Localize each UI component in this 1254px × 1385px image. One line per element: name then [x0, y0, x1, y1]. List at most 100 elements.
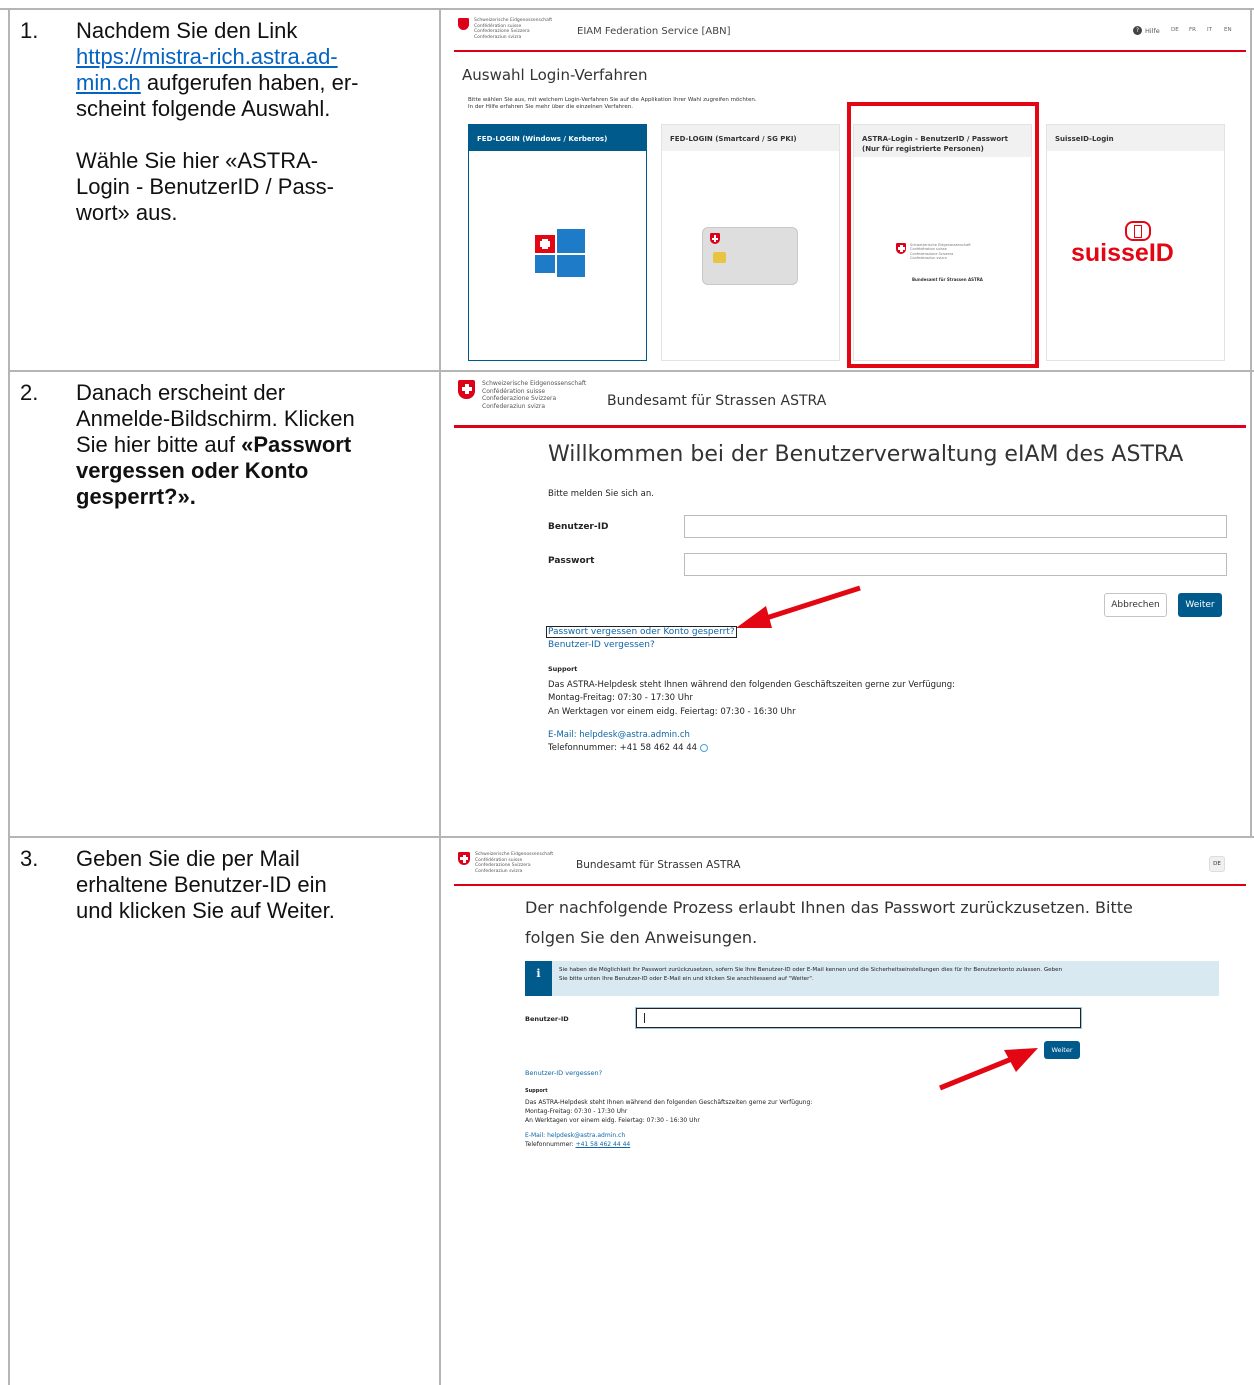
selection-highlight-box	[847, 102, 1039, 368]
step-number: 1.	[20, 18, 39, 43]
login-card-windows[interactable]: FED-LOGIN (Windows / Kerberos)	[468, 124, 647, 361]
step-text-line: erhaltene Benutzer-ID ein	[76, 872, 327, 897]
phone-link[interactable]: +41 58 462 44 44	[576, 1141, 631, 1148]
table-row-divider-1	[8, 370, 1254, 372]
step-text-line: scheint folgende Auswahl.	[76, 96, 331, 121]
windows-logo-icon	[535, 229, 585, 277]
user-id-label: Benutzer-ID	[525, 1015, 569, 1023]
step-text-line: Geben Sie die per Mail	[76, 846, 300, 871]
info-icon: i	[525, 961, 552, 996]
text-cursor	[644, 1013, 645, 1023]
step-text-bold: gesperrt?».	[76, 484, 196, 509]
step-text-line: und klicken Sie auf Weiter.	[76, 898, 335, 923]
office-title: Bundesamt für Strassen ASTRA	[576, 859, 741, 871]
phone-icon	[700, 744, 708, 752]
help-link[interactable]: ? Hilfe	[1133, 26, 1160, 35]
header-red-rule	[454, 50, 1246, 52]
help-icon: ?	[1133, 26, 1142, 35]
support-text: An Werktagen vor einem eidg. Feiertag: 0…	[525, 1117, 700, 1124]
card-title: SuisseID-Login	[1047, 125, 1224, 151]
lang-fr[interactable]: FR	[1189, 27, 1196, 33]
table-border-top	[0, 8, 1254, 10]
login-prompt: Bitte melden Sie sich an.	[548, 489, 654, 499]
swiss-logo: Schweizerische Eidgenossenschaft Confédér…	[458, 852, 553, 875]
step-instructions: Danach erscheint der Anmelde-Bildschirm.…	[76, 380, 426, 510]
cancel-button[interactable]: Abbrechen	[1104, 593, 1167, 617]
forgot-user-id-link[interactable]: Benutzer-ID vergessen?	[525, 1069, 602, 1077]
page-heading: Willkommen bei der Benutzerverwaltung eI…	[548, 442, 1184, 467]
step-text-line: Anmelde-Bildschirm. Klicken	[76, 406, 355, 431]
password-input[interactable]	[684, 553, 1227, 576]
header-red-rule	[454, 425, 1246, 428]
step-text-line: wort» aus.	[76, 200, 178, 225]
lang-de-button[interactable]: DE	[1209, 856, 1225, 872]
support-text: Montag-Freitag: 07:30 - 17:30 Uhr	[525, 1108, 628, 1115]
swiss-flag-icon: .f1::before{left:4px;top:2px;width:3px;h…	[458, 18, 469, 30]
lang-de[interactable]: DE	[1171, 27, 1179, 33]
card-title: FED-LOGIN (Windows / Kerberos)	[469, 125, 646, 151]
user-id-input[interactable]	[684, 515, 1227, 538]
intro-text: In der Hilfe erfahren Sie mehr über die …	[468, 104, 633, 110]
next-button[interactable]: Weiter	[1044, 1041, 1080, 1059]
login-card-suisseid[interactable]: SuisseID-Login suisseID	[1046, 124, 1225, 361]
step-text-line: Nachdem Sie den Link	[76, 18, 298, 43]
step-text-line: Danach erscheint der	[76, 380, 286, 405]
support-text: Montag-Freitag: 07:30 - 17:30 Uhr	[548, 693, 693, 703]
support-email-link[interactable]: E-Mail: helpdesk@astra.admin.ch	[548, 730, 690, 740]
support-title: Support	[548, 665, 578, 673]
mistra-link[interactable]: https://mistra-rich.astra.ad-	[76, 44, 338, 69]
support-text: Das ASTRA-Helpdesk steht Ihnen während d…	[525, 1099, 813, 1106]
step-number: 3.	[20, 846, 39, 871]
step-text-bold: vergessen oder Konto	[76, 458, 309, 483]
support-title: Support	[525, 1088, 548, 1094]
user-id-label: Benutzer-ID	[548, 522, 609, 532]
swiss-logo: Schweizerische Eidgenossenschaft Confédér…	[458, 380, 586, 410]
swiss-logo: .f1::before{left:4px;top:2px;width:3px;h…	[458, 18, 552, 41]
office-title: Bundesamt für Strassen ASTRA	[607, 393, 827, 409]
chip-icon	[713, 252, 726, 263]
card-title: FED-LOGIN (Smartcard / SG PKI)	[662, 125, 839, 151]
page-heading: Der nachfolgende Prozess erlaubt Ihnen d…	[525, 898, 1133, 917]
lang-it[interactable]: IT	[1207, 27, 1212, 33]
pointer-arrow-icon	[939, 1048, 1038, 1091]
swiss-logo-text: Schweizerische Eidgenossenschaft Confédér…	[474, 18, 553, 40]
next-button[interactable]: Weiter	[1178, 593, 1222, 617]
screenshot-password-reset: Schweizerische Eidgenossenschaft Confédér…	[446, 840, 1246, 1185]
support-text: An Werktagen vor einem eidg. Feiertag: 0…	[548, 707, 796, 717]
step-3: 3. Geben Sie die per Mail erhaltene Benu…	[0, 846, 440, 1046]
step-text-line: Login - BenutzerID / Pass-	[76, 174, 335, 199]
page-heading: Auswahl Login-Verfahren	[462, 66, 648, 84]
smartcard-icon	[702, 227, 798, 285]
pointer-arrow-icon	[736, 585, 861, 628]
step-text-line: aufgerufen haben, er-	[140, 70, 359, 95]
suisseid-wordmark: suisseID	[1071, 239, 1174, 267]
screenshot-login-form: Schweizerische Eidgenossenschaft Confédér…	[446, 374, 1246, 832]
info-text: Sie haben die Möglichkeit Ihr Passwort z…	[559, 967, 1063, 973]
app-title: EIAM Federation Service [ABN]	[577, 26, 731, 37]
info-text: Sie bitte unten Ihre Benutzer-ID oder E-…	[559, 976, 814, 982]
step-1: 1. Nachdem Sie den Link https://mistra-r…	[0, 18, 440, 358]
info-alert: i Sie haben die Möglichkeit Ihr Passwort…	[525, 961, 1219, 996]
user-id-input[interactable]	[636, 1008, 1081, 1028]
login-card-smartcard[interactable]: FED-LOGIN (Smartcard / SG PKI)	[661, 124, 840, 361]
step-2: 2. Danach erscheint der Anmelde-Bildschi…	[0, 380, 440, 830]
forgot-password-link[interactable]: Passwort vergessen oder Konto gesperrt?	[546, 626, 737, 638]
step-number: 2.	[20, 380, 39, 405]
page-heading: folgen Sie den Anweisungen.	[525, 928, 758, 947]
step-text-bold: «Passwort	[241, 432, 352, 457]
mistra-link-cont[interactable]: min.ch	[76, 70, 141, 95]
step-text-line: Wähle Sie hier «ASTRA-	[76, 148, 319, 173]
password-label: Passwort	[548, 556, 595, 566]
header-red-rule	[454, 884, 1246, 886]
support-email-link[interactable]: E-Mail: helpdesk@astra.admin.ch	[525, 1132, 625, 1139]
support-text: Das ASTRA-Helpdesk steht Ihnen während d…	[548, 680, 956, 690]
table-border-right	[1250, 8, 1252, 838]
lang-en[interactable]: EN	[1224, 27, 1232, 33]
screenshot-login-selection: .f1::before{left:4px;top:2px;width:3px;h…	[446, 12, 1246, 368]
step-text-line: Sie hier bitte auf	[76, 432, 242, 457]
forgot-user-id-link[interactable]: Benutzer-ID vergessen?	[548, 640, 655, 650]
support-phone: Telefonnummer: +41 58 462 44 44	[525, 1141, 631, 1148]
support-phone: Telefonnummer: +41 58 462 44 44	[548, 743, 698, 753]
step-instructions: Nachdem Sie den Link https://mistra-rich…	[76, 18, 426, 226]
table-row-divider-2	[8, 836, 1254, 838]
